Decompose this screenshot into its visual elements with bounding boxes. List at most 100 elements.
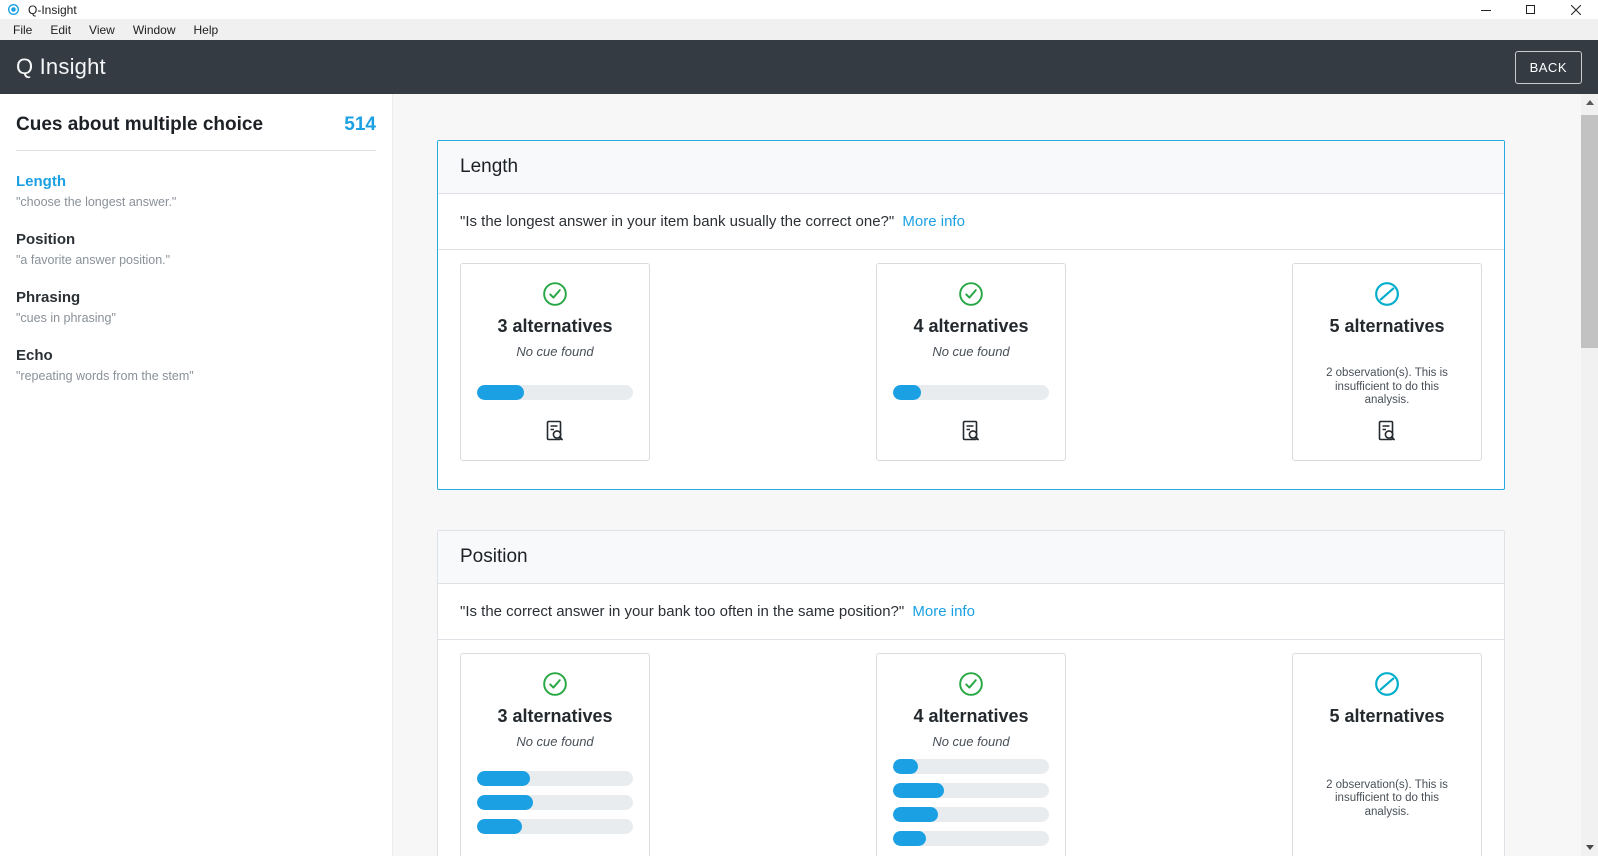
view-report-button[interactable] xyxy=(544,408,566,446)
sidebar-item-label: Echo xyxy=(16,347,53,364)
sidebar-item-label: Length xyxy=(16,173,66,190)
progress-bar xyxy=(477,771,633,787)
sidebar-item-label: Phrasing xyxy=(16,289,81,306)
sidebar-heading: Cues about multiple choice xyxy=(16,114,264,135)
app-header: Q Insight BACK xyxy=(0,40,1598,94)
document-search-icon xyxy=(546,420,564,441)
restore-icon xyxy=(1526,5,1535,14)
section-question-row: "Is the correct answer in your bank too … xyxy=(438,584,1504,640)
menu-window[interactable]: Window xyxy=(124,21,185,39)
sidebar-item-description: "choose the longest answer." xyxy=(16,195,177,209)
sidebar-heading-row: Cues about multiple choice 514 xyxy=(16,114,376,136)
section-title: Length xyxy=(438,141,1504,194)
no-entry-icon xyxy=(1375,671,1399,696)
alt-card-5: 5 alternatives 2 observation(s). This is… xyxy=(1292,652,1482,856)
window-controls xyxy=(1463,0,1598,19)
sidebar-item-phrasing[interactable]: Phrasing "cues in phrasing" xyxy=(16,289,376,325)
sidebar-item-position[interactable]: Position "a favorite answer position." xyxy=(16,231,376,267)
sidebar-divider xyxy=(16,150,376,151)
progress-bar xyxy=(893,807,1049,823)
alt-card-4: 4 alternatives No cue found xyxy=(876,263,1066,461)
view-report-button[interactable] xyxy=(1376,851,1398,856)
check-circle-icon xyxy=(543,671,567,696)
question-text: "Is the correct answer in your bank too … xyxy=(460,602,905,620)
minimize-button[interactable] xyxy=(1463,0,1508,19)
os-titlebar: Q-Insight xyxy=(0,0,1598,19)
sidebar-item-length[interactable]: Length "choose the longest answer." xyxy=(16,173,376,209)
alt-card-status: No cue found xyxy=(932,733,1010,749)
alt-card-status: No cue found xyxy=(932,344,1010,359)
section-title: Position xyxy=(438,530,1504,584)
menu-view[interactable]: View xyxy=(80,21,124,39)
sidebar: Cues about multiple choice 514 Length "c… xyxy=(0,94,393,856)
restore-button[interactable] xyxy=(1508,0,1553,19)
menu-edit[interactable]: Edit xyxy=(41,21,80,39)
sidebar-item-description: "cues in phrasing" xyxy=(16,311,116,325)
section-position: Position "Is the correct answer in your … xyxy=(437,529,1505,856)
scroll-down-arrow[interactable] xyxy=(1581,839,1598,856)
menu-help[interactable]: Help xyxy=(185,21,228,39)
alternatives-row: 3 alternatives No cue found 4 alternativ… xyxy=(438,250,1504,489)
more-info-link[interactable]: More info xyxy=(912,603,975,620)
progress-bars xyxy=(477,385,633,400)
menu-file[interactable]: File xyxy=(4,21,41,39)
view-report-button[interactable] xyxy=(1376,408,1398,446)
app-window: Q-Insight File Edit View Window Help Q I… xyxy=(0,0,1598,856)
document-search-icon xyxy=(962,420,980,441)
check-circle-icon xyxy=(959,282,983,306)
alt-card-3: 3 alternatives No cue found xyxy=(460,652,650,856)
alt-card-title: 3 alternatives xyxy=(497,705,613,726)
alt-card-status: No cue found xyxy=(516,733,594,749)
alt-card-title: 4 alternatives xyxy=(913,316,1029,336)
window-title: Q-Insight xyxy=(28,2,77,17)
progress-bar xyxy=(477,819,633,835)
alt-card-title: 3 alternatives xyxy=(497,316,613,336)
progress-bars xyxy=(893,385,1049,400)
insufficient-note: 2 observation(s). This is insufficient t… xyxy=(1326,367,1448,407)
check-circle-icon xyxy=(959,671,983,696)
alt-card-title: 5 alternatives xyxy=(1329,316,1445,336)
question-text: "Is the longest answer in your item bank… xyxy=(460,213,895,230)
alt-card-4: 4 alternatives No cue found xyxy=(876,652,1066,856)
view-report-button[interactable] xyxy=(960,851,982,856)
progress-bar xyxy=(893,831,1049,847)
document-search-icon xyxy=(1378,420,1396,441)
view-report-button[interactable] xyxy=(544,851,566,856)
sidebar-item-label: Position xyxy=(16,231,76,248)
scrollbar-thumb[interactable] xyxy=(1581,115,1598,348)
back-button[interactable]: BACK xyxy=(1514,50,1582,84)
progress-bar xyxy=(893,783,1049,799)
check-circle-icon xyxy=(543,282,567,306)
main-panel: Length "Is the longest answer in your it… xyxy=(393,94,1581,856)
alt-card-5: 5 alternatives 2 observation(s). This is… xyxy=(1292,263,1482,461)
menu-bar: File Edit View Window Help xyxy=(0,19,1598,40)
progress-bars xyxy=(893,755,1049,851)
close-button[interactable] xyxy=(1553,0,1598,19)
close-icon xyxy=(1570,4,1581,15)
vertical-scrollbar[interactable] xyxy=(1581,94,1598,856)
insufficient-note: 2 observation(s). This is insufficient t… xyxy=(1326,778,1448,818)
sidebar-item-description: "repeating words from the stem" xyxy=(16,369,194,383)
page-title: Q Insight xyxy=(16,54,106,79)
more-info-link[interactable]: More info xyxy=(902,213,965,230)
sidebar-item-description: "a favorite answer position." xyxy=(16,253,171,267)
progress-bar xyxy=(477,795,633,811)
content-area: Cues about multiple choice 514 Length "c… xyxy=(0,94,1598,856)
alt-card-title: 4 alternatives xyxy=(913,705,1029,726)
alt-card-title: 5 alternatives xyxy=(1329,705,1445,726)
alt-card-3: 3 alternatives No cue found xyxy=(460,263,650,461)
progress-bar xyxy=(893,385,1049,400)
sidebar-item-echo[interactable]: Echo "repeating words from the stem" xyxy=(16,347,376,383)
no-entry-icon xyxy=(1375,282,1399,306)
app-logo-icon xyxy=(8,4,19,15)
progress-bar xyxy=(893,759,1049,775)
view-report-button[interactable] xyxy=(960,408,982,446)
section-length: Length "Is the longest answer in your it… xyxy=(437,140,1505,490)
progress-bar xyxy=(477,385,633,400)
section-question-row: "Is the longest answer in your item bank… xyxy=(438,194,1504,250)
progress-bars xyxy=(477,755,633,851)
alt-card-status: No cue found xyxy=(516,344,594,359)
scroll-up-arrow[interactable] xyxy=(1581,94,1598,111)
minimize-icon xyxy=(1480,9,1491,11)
cue-count-badge: 514 xyxy=(344,114,376,135)
